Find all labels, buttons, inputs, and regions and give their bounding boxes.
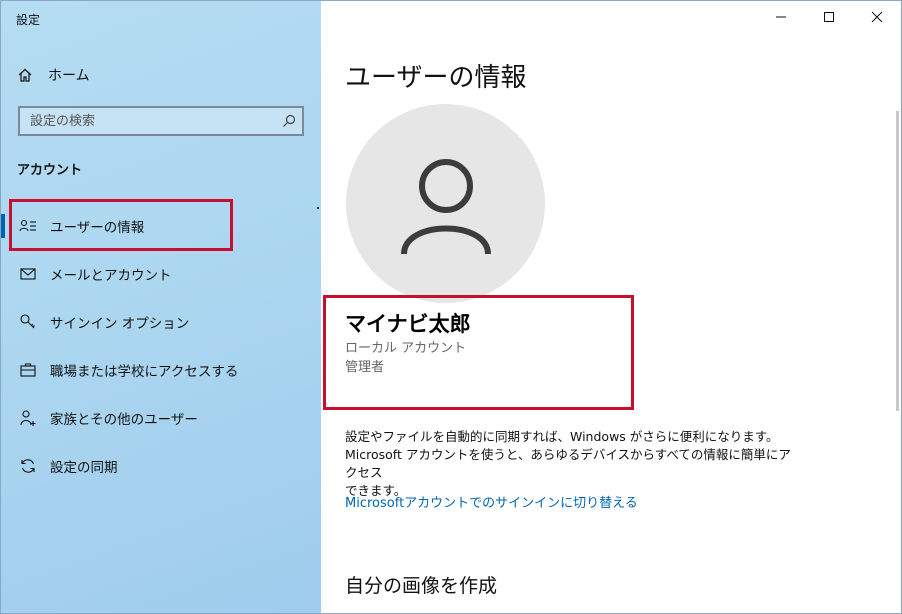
separator-dot [317, 207, 319, 209]
sync-info-text: 設定やファイルを自動的に同期すれば、Windows がさらに便利になります。 M… [345, 428, 795, 500]
sidebar-item-label: 設定の同期 [50, 460, 118, 476]
sync-icon [21, 459, 35, 473]
user-avatar-icon [401, 159, 491, 254]
highlight-box-user-info [9, 199, 233, 251]
sidebar-item-label: サインイン オプション [50, 316, 190, 332]
search-icon[interactable] [282, 114, 296, 128]
main-content: ユーザーの情報 マイナビ太郎 ローカル アカウント 管理者 設定やファイルを自動… [321, 1, 901, 613]
switch-to-microsoft-account-link[interactable]: Microsoftアカウントでのサインインに切り替える [345, 492, 638, 511]
sidebar-item-signin-options[interactable]: サインイン オプション [1, 298, 321, 346]
info-line: 設定やファイルを自動的に同期すれば、Windows がさらに便利になります。 [345, 429, 779, 444]
home-label: ホーム [48, 68, 90, 84]
person-add-icon [20, 410, 36, 426]
sidebar-item-mail-accounts[interactable]: メールとアカウント [1, 250, 321, 298]
home-icon [18, 68, 32, 82]
search-box[interactable] [18, 106, 304, 136]
home-link[interactable]: ホーム [17, 64, 90, 86]
sidebar-item-label: メールとアカウント [50, 268, 172, 284]
search-input[interactable] [20, 108, 280, 134]
sidebar-item-sync-settings[interactable]: 設定の同期 [1, 442, 321, 490]
sidebar: 設定 ホーム アカウント [1, 1, 321, 613]
create-picture-heading: 自分の画像を作成 [345, 575, 498, 597]
app-title: 設定 [16, 13, 41, 27]
sidebar-item-work-school[interactable]: 職場または学校にアクセスする [1, 346, 321, 394]
settings-window: 設定 ホーム アカウント [0, 0, 902, 614]
info-line: Microsoft アカウントを使うと、あらゆるデバイスからすべての情報に簡単に… [345, 447, 791, 480]
key-icon [20, 314, 35, 329]
avatar [346, 104, 545, 303]
briefcase-icon [20, 363, 36, 377]
section-title-accounts: アカウント [17, 163, 83, 178]
sidebar-item-label: 職場または学校にアクセスする [50, 364, 239, 380]
mail-icon [20, 268, 36, 280]
page-title: ユーザーの情報 [345, 63, 527, 93]
scrollbar[interactable] [896, 111, 899, 411]
sidebar-item-label: 家族とその他のユーザー [50, 412, 198, 428]
sidebar-item-family-users[interactable]: 家族とその他のユーザー [1, 394, 321, 442]
highlight-box-user [323, 295, 634, 410]
